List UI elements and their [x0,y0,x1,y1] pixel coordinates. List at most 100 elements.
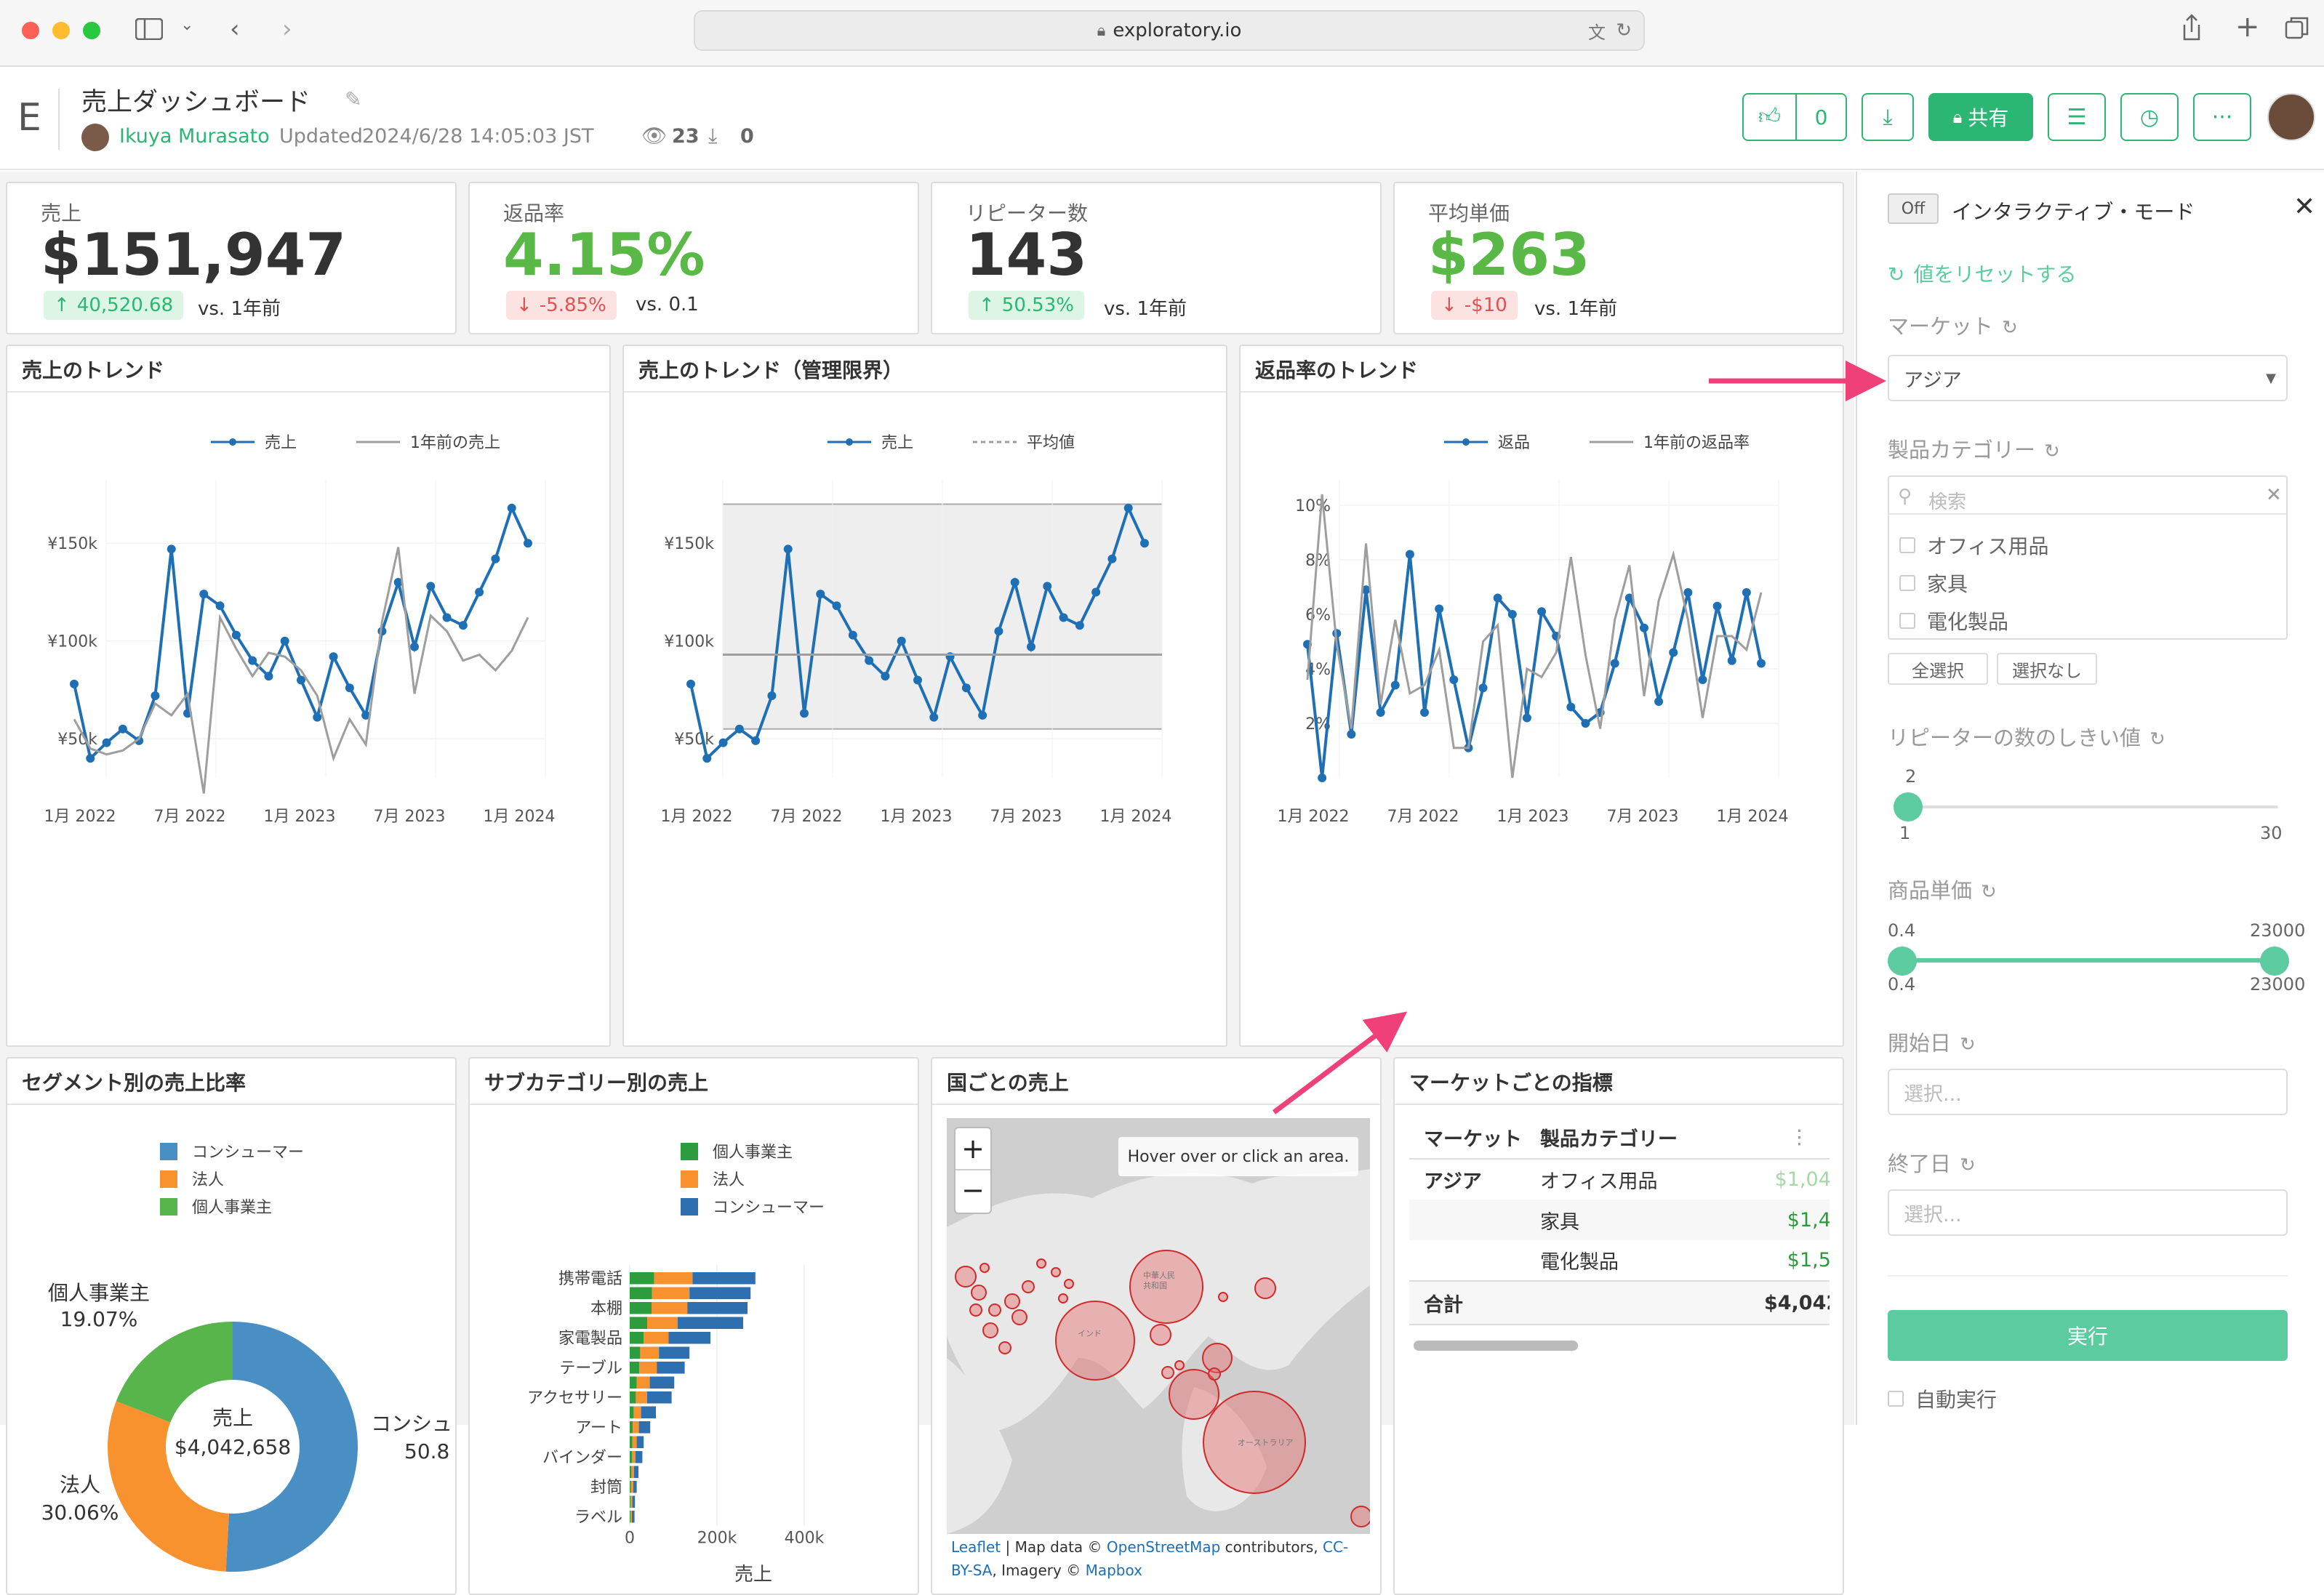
kpi-card-sales[interactable]: 売上 $151,947 ↑ 40,520.68 vs. 1年前 [6,182,457,334]
legend-label: コンシューマー [713,1199,825,1217]
kpi-delta-badge: ↑ 50.53% [969,291,1084,320]
osm-link[interactable]: OpenStreetMap [1107,1538,1220,1556]
share-icon[interactable] [2180,13,2203,49]
refresh-icon[interactable]: ↻ [1960,1034,1976,1056]
kpi-card-avg-price[interactable]: 平均単価 $263 ↓ -$10 vs. 1年前 [1393,182,1844,334]
data-point [1420,708,1430,717]
sales-trend-chart[interactable]: ¥50k ¥100k ¥150k 1月 2022 7月 2022 1月 2023 7月 20… [7,393,611,1047]
x-tick-label: 1月 2022 [44,808,116,826]
auto-run-checkbox[interactable]: 自動実行 [1888,1384,1997,1413]
refresh-icon: ↻ [1888,262,1905,286]
category-checkbox[interactable]: オフィス用品 [1899,531,2048,560]
data-point [1390,680,1400,690]
kpi-card-repeaters[interactable]: リピーター数 143 ↑ 50.53% vs. 1年前 [931,182,1382,334]
share-button[interactable]: 🔒︎ 共有 [1928,93,2033,141]
data-point [1581,719,1590,728]
data-point [702,754,712,763]
user-avatar[interactable] [2267,93,2315,141]
bar-segment [630,1406,634,1418]
slice-label-corporate: 法人 [60,1473,100,1497]
address-bar[interactable]: 🔒︎ exploratory.io 文 ↻ [694,10,1645,51]
horizontal-scrollbar[interactable] [1414,1341,1578,1351]
return-rate-chart[interactable]: 2%4%6%8%10%1月 2022 7月 2022 1月 2023 7月 2023 1… [1241,393,1844,1047]
tabs-overview-icon[interactable] [2285,16,2309,47]
new-tab-icon[interactable]: + [2235,10,2260,44]
schedule-button[interactable]: ◷ [2120,93,2179,141]
close-icon[interactable]: ✕ [2293,192,2315,222]
data-point [1027,642,1035,651]
kpi-delta-badge: ↑ 40,520.68 [44,291,184,320]
column-menu-icon[interactable]: ⋮ [1722,1117,1830,1159]
data-point [994,627,1003,636]
back-icon[interactable]: ‹ [230,15,240,44]
zoom-window-button[interactable] [83,22,100,39]
app-logo[interactable]: E [17,96,41,140]
control-chart-card: 売上のトレンド（管理限界） ¥50k ¥100k ¥150k 1月 2022 7月 20… [622,345,1227,1047]
data-point [1537,607,1547,616]
y-tick-label: ¥100k [47,633,97,651]
price-slider-high-handle[interactable] [2260,947,2289,976]
arrow-down-icon: ↓ [516,294,532,316]
end-date-input[interactable]: 選択... [1888,1189,2288,1236]
x-tick-label: 7月 2022 [771,808,843,826]
subcategory-bar-chart[interactable]: 売上 個人事業主法人コンシューマー 0 200k 400k 携帯電話本棚家電製品テーブル… [470,1105,919,1595]
kpi-card-return-rate[interactable]: 返品率 4.15% ↓ -5.85% vs. 0.1 [468,182,919,334]
like-button[interactable]: 👍︎ 0 [1742,93,1847,141]
map-attribution: Leaflet | Map data © OpenStreetMap contr… [951,1535,1366,1582]
reset-values-link[interactable]: ↻ 値をリセットする [1888,259,2076,288]
edit-icon[interactable]: ✎ [345,87,361,111]
price-slider-low-handle[interactable] [1888,947,1917,976]
column-header-category[interactable]: 製品カテゴリー [1540,1117,1722,1159]
data-point [86,754,95,763]
control-chart[interactable]: ¥50k ¥100k ¥150k 1月 2022 7月 2022 1月 2023 7月 20… [624,393,1227,1047]
legend-label: 1年前の返品率 [1643,434,1750,452]
filter-settings-button[interactable]: ☰ [2048,93,2106,141]
market-select[interactable]: アジア ▼ [1888,355,2288,401]
clear-search-icon[interactable]: ✕ [2266,484,2282,506]
category-checkbox[interactable]: 家具 [1899,569,1968,598]
country-sales-map[interactable]: 中華人民 共和国 インド オーストラリア + − Hover over or c… [947,1118,1370,1534]
price-slider-track[interactable] [1902,958,2275,963]
refresh-icon[interactable]: ↻ [2002,317,2018,339]
bar-segment [649,1376,675,1389]
zoom-out-button[interactable]: − [955,1170,990,1213]
reload-icon[interactable]: ↻ [1616,20,1632,41]
refresh-icon[interactable]: ↻ [2044,441,2060,462]
download-button[interactable]: ⤓ [1862,93,1914,141]
zoom-in-button[interactable]: + [955,1128,990,1170]
forward-icon[interactable]: › [282,15,292,44]
table-row: アジア オフィス用品 $1,043,65 [1409,1159,1830,1200]
card-title: セグメント別の売上比率 [22,1071,247,1095]
close-window-button[interactable] [22,22,39,39]
refresh-icon[interactable]: ↻ [1981,881,1997,903]
bar-segment [632,1451,636,1463]
translate-icon[interactable]: 文 [1588,18,1606,44]
author-link[interactable]: Ikuya Murasato [119,125,270,148]
select-all-button[interactable]: 全選択 [1888,653,1988,685]
select-none-button[interactable]: 選択なし [1997,653,2097,685]
category-label: テーブル [559,1359,622,1378]
segment-donut-chart[interactable]: コンシューマー法人個人事業主 売上 $4,042,658 個人事業主 19.07… [7,1105,457,1595]
repeater-slider-track[interactable] [1902,805,2277,808]
more-button[interactable]: ··· [2193,93,2251,141]
run-button[interactable]: 実行 [1888,1310,2288,1361]
data-point [1123,503,1133,513]
sidebar-toggle-icon[interactable] [135,17,164,47]
refresh-icon[interactable]: ↻ [2149,728,2165,750]
interactive-mode-toggle[interactable]: Off [1888,193,1939,224]
start-date-input[interactable]: 選択... [1888,1069,2288,1115]
leaflet-link[interactable]: Leaflet [951,1538,1001,1556]
chevron-down-icon[interactable]: ⌄ [180,16,193,34]
refresh-icon[interactable]: ↻ [1960,1154,1976,1176]
mapbox-link[interactable]: Mapbox [1086,1562,1142,1579]
category-search-input[interactable]: 検索 [1928,487,1966,514]
data-point [1610,659,1619,668]
category-checkbox[interactable]: 電化製品 [1899,606,2008,635]
column-header-market[interactable]: マーケット [1409,1117,1540,1159]
minimize-window-button[interactable] [52,22,70,39]
repeater-slider-handle[interactable] [1894,792,1923,821]
y-tick-label: ¥150k [664,535,714,553]
author-avatar[interactable] [81,124,109,151]
x-tick-label: 1月 2024 [484,808,556,826]
subcategory-card: サブカテゴリー別の売上 売上 個人事業主 法人 コンシューマー 0 200k 400k 携帯… [468,1057,919,1595]
